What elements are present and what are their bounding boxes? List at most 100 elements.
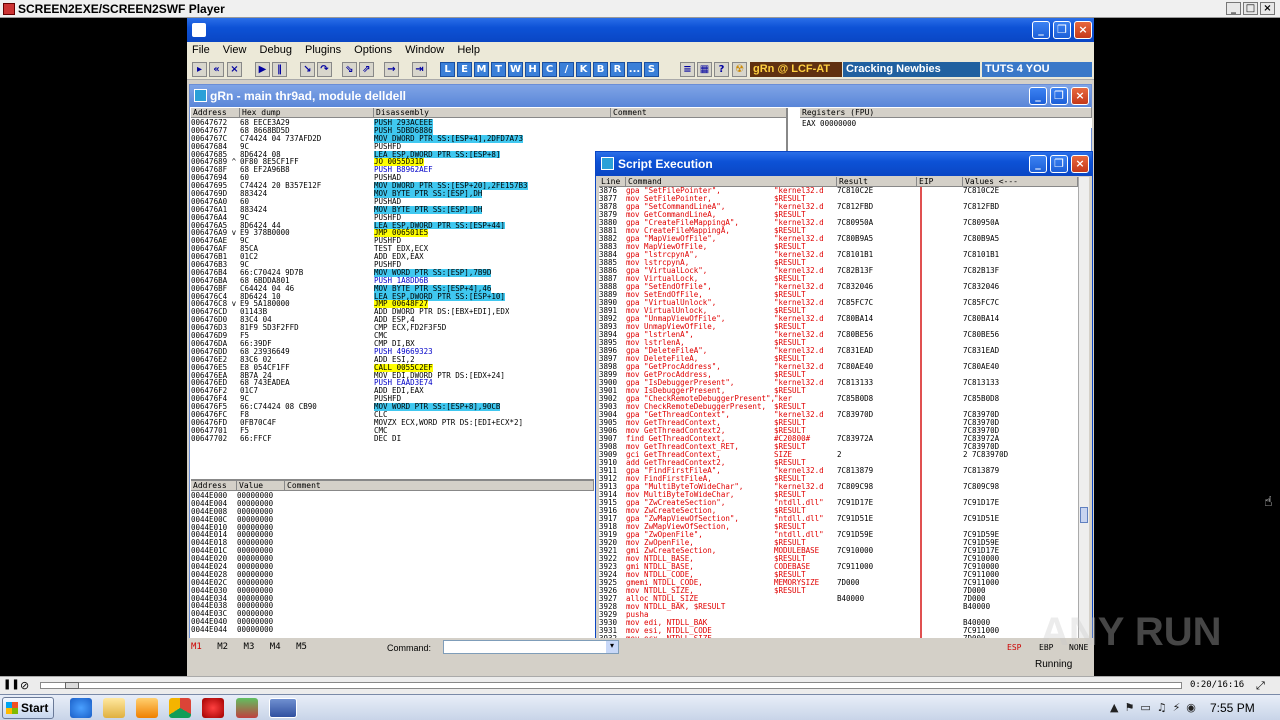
disasm-row[interactable]: 006476B1 01C2 ADD EDX,EAX — [191, 253, 611, 261]
open-icon[interactable]: ▸ — [192, 62, 207, 77]
seek-thumb[interactable] — [65, 682, 79, 689]
chevron-down-icon[interactable]: ▾ — [606, 641, 618, 653]
script-row[interactable]: 3895 mov lstrlenA, $RESULT — [599, 339, 1078, 347]
dump-row[interactable]: 0044E040 00000000 — [191, 618, 594, 626]
toolbar-m-button[interactable]: M — [474, 62, 489, 77]
script-row[interactable]: 3885 mov lstrcpynA, $RESULT — [599, 259, 1078, 267]
close-debuggee-icon[interactable]: × — [227, 62, 242, 77]
tray-icons[interactable]: ▲⚑▭♫⚡◉ — [1110, 701, 1202, 714]
dump-col-value[interactable]: Value — [237, 481, 285, 491]
disasm-row[interactable]: 00647685 8D6424 08 LEA ESP,DWORD PTR SS:[E… — [191, 150, 611, 159]
help-icon[interactable]: ? — [714, 62, 729, 77]
col-disassembly[interactable]: Disassembly — [374, 108, 611, 118]
dump-row[interactable]: 0044E01C 00000000 — [191, 547, 594, 555]
execute-till-return-icon[interactable]: → — [384, 62, 399, 77]
toolbar-r-button[interactable]: R — [610, 62, 625, 77]
script-row[interactable]: 3904 gpa "GetThreadContext", "kernel32.d 7C… — [599, 411, 1078, 419]
ollydbg-restore-button[interactable]: ❐ — [1053, 21, 1071, 39]
disasm-row[interactable]: 00647702 66:FFCF DEC DI — [191, 435, 611, 443]
mute-icon[interactable]: ⊘ — [20, 679, 34, 693]
script-row[interactable]: 3900 gpa "IsDebuggerPresent", "kernel32.d 7… — [599, 379, 1078, 387]
dump-row[interactable]: 0044E034 00000000 — [191, 595, 594, 603]
script-col-command[interactable]: Command — [626, 177, 837, 187]
dump-row[interactable]: 0044E000 00000000 — [191, 492, 594, 500]
tab-m5[interactable]: M5 — [296, 642, 307, 652]
script-scroll-thumb[interactable] — [1080, 507, 1088, 523]
ollydbg-close-button[interactable]: × — [1074, 21, 1092, 39]
list-icon[interactable]: ≡ — [680, 62, 695, 77]
script-row[interactable]: 3880 gpa "CreateFileMappingA", "kernel32.d… — [599, 219, 1078, 227]
pause-icon[interactable]: ‖ — [272, 62, 287, 77]
disasm-row[interactable]: 006476C8 v E9 5A180000 JMP 00648F27 — [191, 300, 611, 309]
tab-m4[interactable]: M4 — [270, 642, 281, 652]
script-row[interactable]: 3917 gpa "ZwMapViewOfSection", "ntdll.dll"… — [599, 515, 1078, 523]
step-into-icon[interactable]: ↘ — [300, 62, 315, 77]
tab-m1[interactable]: M1 — [191, 642, 202, 652]
toolbar-b-button[interactable]: B — [593, 62, 608, 77]
disasm-row[interactable]: 006476ED 68 743EADEA PUSH EAAD3E74 — [191, 379, 611, 387]
script-restore-button[interactable]: ❐ — [1050, 155, 1068, 173]
script-row[interactable]: 3884 gpa "lstrcpynA", "kernel32.d 7C8101B1 7… — [599, 251, 1078, 259]
folder-icon[interactable] — [103, 698, 125, 718]
dump-row[interactable]: 0044E008 00000000 — [191, 508, 594, 516]
script-col-values[interactable]: Values <--- — [963, 177, 1078, 187]
toolbar-e-button[interactable]: E — [457, 62, 472, 77]
toolbar-c-button[interactable]: C — [542, 62, 557, 77]
script-row[interactable]: 3919 gpa "ZwOpenFile", "ntdll.dll" 7C91D59E… — [599, 531, 1078, 539]
disasm-row[interactable]: 006476AF 85CA TEST EDX,ECX — [191, 245, 611, 253]
toolbar-h-button[interactable]: H — [525, 62, 540, 77]
media-player-icon[interactable] — [136, 698, 158, 718]
dump-row[interactable]: 0044E03C 00000000 — [191, 610, 594, 618]
disasm-row[interactable]: 006476F5 66:C74424 08 CB90 MOV WORD PTR SS… — [191, 403, 611, 411]
script-row[interactable]: 3903 mov CheckRemoteDebuggerPresent, $RESU… — [599, 403, 1078, 411]
toolbar-t-button[interactable]: T — [491, 62, 506, 77]
disasm-row[interactable]: 00647677 68 8668BD5D PUSH 5DBD6886 — [191, 126, 611, 135]
script-col-result[interactable]: Result — [837, 177, 917, 187]
col-comment[interactable]: Comment — [611, 108, 786, 118]
script-row[interactable]: 3930 mov edi, NTDLL_BAK B40000 — [599, 619, 1078, 627]
disasm-row[interactable]: 00647672 68 EECE3A29 PUSH 293ACEEE — [191, 119, 611, 127]
script-row[interactable]: 3879 mov GetCommandLineA, $RESULT — [599, 211, 1078, 219]
script-row[interactable]: 3901 mov IsDebuggerPresent, $RESULT — [599, 387, 1078, 395]
script-row[interactable]: 3914 mov MultiByteToWideChar, $RESULT — [599, 491, 1078, 499]
grid-icon[interactable]: ▦ — [697, 62, 712, 77]
disasm-row[interactable]: 0064769D 883424 MOV BYTE PTR SS:[ESP],DH — [191, 190, 611, 198]
disasm-row[interactable]: 006476E5 E8 054CF1FF CALL 0055C2EF — [191, 363, 611, 372]
restart-icon[interactable]: « — [209, 62, 224, 77]
script-row[interactable]: 3889 mov SetEndOfFile, $RESULT — [599, 291, 1078, 299]
disasm-row[interactable]: 0064767C C74424 04 737AFD2D MOV DWORD PTR … — [191, 134, 611, 143]
chrome-icon[interactable] — [169, 698, 191, 718]
toolbar-dots-button[interactable]: ... — [627, 62, 642, 77]
script-row[interactable]: 3906 mov GetThreadContext2, $RESULT 7C83970… — [599, 427, 1078, 435]
step-over-icon[interactable]: ↷ — [317, 62, 332, 77]
script-row[interactable]: 3908 mov GetThreadContext_RET, $RESULT 7C83… — [599, 443, 1078, 451]
script-row[interactable]: 3891 mov VirtualUnlock, $RESULT — [599, 307, 1078, 315]
disasm-row[interactable]: 006476D0 83C4 04 ADD ESP,4 — [191, 316, 611, 324]
script-row[interactable]: 3898 gpa "GetProcAddress", "kernel32.d 7C80… — [599, 363, 1078, 371]
tab-m3[interactable]: M3 — [244, 642, 255, 652]
script-row[interactable]: 3892 gpa "UnmapViewOfFile", "kernel32.d 7C8… — [599, 315, 1078, 323]
disasm-row[interactable]: 006476A9 v E9 378B0000 JMP 006501E5 — [191, 229, 611, 238]
script-row[interactable]: 3922 mov NTDLL_BASE, $RESULT 7C910000 — [599, 555, 1078, 563]
disasm-row[interactable]: 006476A4 9C PUSHFD — [191, 214, 611, 222]
script-row[interactable]: 3913 gpa "MultiByteToWideChar", "kernel32.… — [599, 483, 1078, 491]
script-row[interactable]: 3890 gpa "VirtualUnlock", "kernel32.d 7C85F… — [599, 299, 1078, 307]
script-col-line[interactable]: Line — [599, 177, 626, 187]
disasm-row[interactable]: 006476FC F8 CLC — [191, 411, 611, 419]
script-grid[interactable]: Line Command Result EIP Values <--- 3876… — [599, 177, 1089, 655]
trace-into-icon[interactable]: ⇘ — [342, 62, 357, 77]
minimize-button[interactable]: _ — [1226, 2, 1241, 15]
disasm-row[interactable]: 006476BA 68 6BDDA801 PUSH 1A8DD6B — [191, 277, 611, 285]
close-button[interactable]: × — [1260, 2, 1275, 15]
screen2exe-task[interactable] — [269, 698, 297, 718]
script-row[interactable]: 3926 mov NTDLL_SIZE, $RESULT 7D000 — [599, 587, 1078, 595]
script-row[interactable]: 3878 gpa "SetCommandLineA", "kernel32.d 7C8… — [599, 203, 1078, 211]
disasm-row[interactable]: 00647695 C74424 20 B357E12F MOV DWORD PTR … — [191, 182, 611, 191]
script-row[interactable]: 3925 gmemi NTDLL_CODE, MEMORYSIZE 7D000 7C91… — [599, 579, 1078, 587]
dump-row[interactable]: 0044E038 00000000 — [191, 602, 594, 610]
script-col-eip[interactable]: EIP — [917, 177, 963, 187]
maximize-button[interactable]: □ — [1243, 2, 1258, 15]
run-icon[interactable]: ▶ — [255, 62, 270, 77]
disasm-row[interactable]: 0064768F 68 EF2A96B8 PUSH B8962AEF — [191, 166, 611, 174]
script-row[interactable]: 3909 gci GetThreadContext, SIZE 2 2 7C83970D — [599, 451, 1078, 459]
